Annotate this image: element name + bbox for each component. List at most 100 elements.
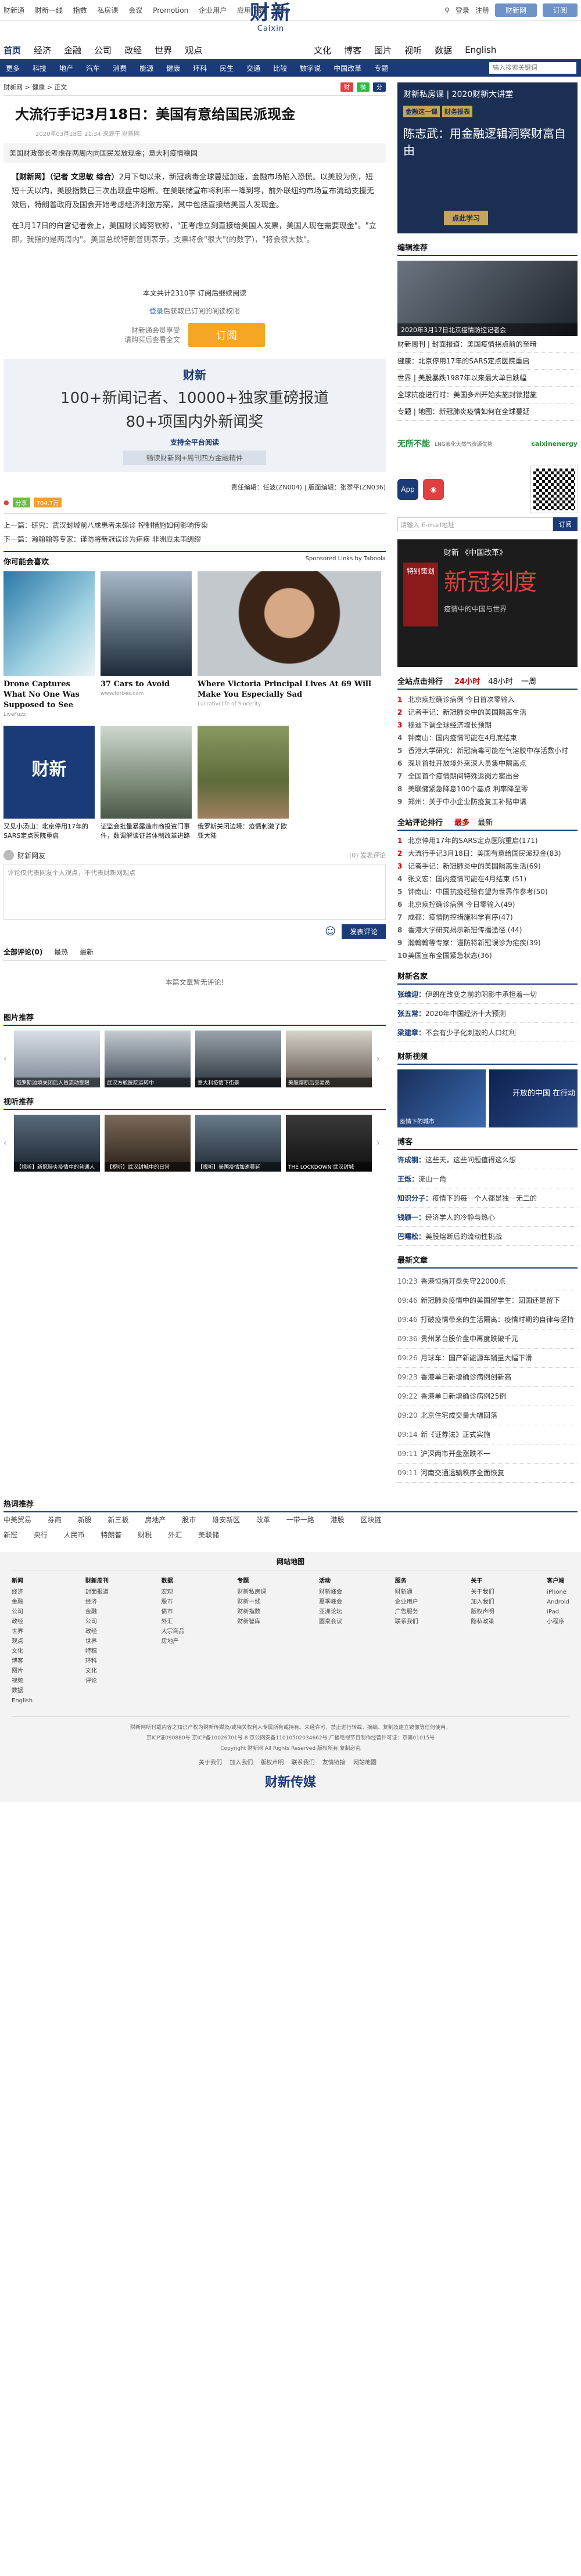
top-link[interactable]: Promotion: [153, 6, 188, 15]
rank-item[interactable]: 2 记者手记：新冠肺炎中的美国隔离生活: [397, 706, 578, 719]
hot-term[interactable]: 新冠: [3, 1531, 17, 1539]
related-card[interactable]: 俄罗斯关闭边境：疫情刺激了欧亚大陆: [198, 726, 289, 841]
channel-item[interactable]: 文化: [314, 44, 331, 56]
hot-term[interactable]: 一带一路: [286, 1516, 314, 1524]
subnav-item[interactable]: 中国改革: [333, 63, 361, 73]
hot-term[interactable]: 财税: [138, 1531, 152, 1539]
subnav-item[interactable]: 环科: [193, 63, 207, 73]
latest-item[interactable]: 09:22 香港单日新增确诊病例25例: [397, 1387, 578, 1406]
sitemap-link[interactable]: 夏季峰会: [319, 1597, 342, 1607]
sitemap-link[interactable]: 财新私房课: [237, 1587, 266, 1597]
video-item[interactable]: 【视听】武汉封城中的日常: [105, 1115, 191, 1172]
tab-all[interactable]: 全部评论(0): [3, 948, 42, 956]
sitemap-link[interactable]: 政经: [12, 1617, 33, 1627]
sitemap-link[interactable]: 宏观: [162, 1587, 185, 1597]
latest-item[interactable]: 09:11 沪深两市开盘涨跌不一: [397, 1444, 578, 1464]
latest-item[interactable]: 09:36 贵州茅台股价盘中再度跌破千元: [397, 1330, 578, 1349]
channel-item[interactable]: 视听: [404, 44, 422, 56]
rank-item[interactable]: 6 北京疾控确诊病例 今日零输入(49): [397, 898, 578, 911]
top-link[interactable]: 指数: [73, 6, 87, 15]
subnav-item[interactable]: 民生: [220, 63, 234, 73]
rank-item[interactable]: 7 全国首个疫情期间特殊返岗方案出台: [397, 770, 578, 783]
opinion-item[interactable]: 梁建章：不会有少子化刺激的人口红利: [397, 1026, 578, 1042]
hot-term[interactable]: 雄安新区: [212, 1516, 240, 1524]
share-tag[interactable]: 分享: [12, 498, 30, 507]
rank-item[interactable]: 8 香港大学研究揭示新冠传播途径 (44): [397, 924, 578, 936]
sitemap-link[interactable]: 圆桌会议: [319, 1617, 342, 1627]
latest-item[interactable]: 09:20 北京住宅成交量大幅回落: [397, 1406, 578, 1425]
email-field[interactable]: 请输入 E-mail地址: [397, 517, 553, 531]
channel-item[interactable]: 数据: [435, 44, 452, 56]
hot-term[interactable]: 中美贸易: [3, 1516, 31, 1524]
sitemap-link[interactable]: 世界: [12, 1627, 33, 1637]
sitemap-link[interactable]: 封面报道: [85, 1587, 109, 1597]
sitemap-link[interactable]: Android: [547, 1597, 569, 1607]
hot-term[interactable]: 外汇: [168, 1531, 182, 1539]
sitemap-link[interactable]: 隐私政策: [471, 1617, 494, 1627]
hot-term[interactable]: 央行: [34, 1531, 48, 1539]
tab-24h[interactable]: 24小时: [454, 678, 480, 686]
opinion-item[interactable]: 张五常：2020年中国经济十大预测: [397, 1007, 578, 1023]
subnav-item[interactable]: 数字说: [300, 63, 321, 73]
sitemap-link[interactable]: 图片: [12, 1666, 33, 1676]
rank-item[interactable]: 5 香港大学研究：新冠病毒可能在气溶胶中存活数小时: [397, 744, 578, 757]
sitemap-link[interactable]: 大宗商品: [162, 1627, 185, 1637]
hot-term[interactable]: 新股: [78, 1516, 92, 1524]
top-link[interactable]: 私房课: [98, 6, 119, 15]
sitemap-link[interactable]: 公司: [85, 1617, 109, 1627]
sitemap-link[interactable]: 观点: [12, 1637, 33, 1647]
subnav-item[interactable]: 更多: [6, 63, 20, 73]
related-card[interactable]: 证监会批量暴露造市商投资门事件，数调解读证监体制改革进路: [101, 726, 192, 841]
channel-item[interactable]: 金融: [64, 44, 81, 56]
wechat-share-icon[interactable]: 微: [357, 82, 370, 92]
subnav-item[interactable]: 专题: [374, 63, 388, 73]
sponsor-label[interactable]: Sponsored Links by Taboola: [306, 556, 386, 567]
hot-term[interactable]: 券商: [48, 1516, 62, 1524]
weibo-icon[interactable]: ◉: [423, 479, 444, 500]
caixin-share-icon[interactable]: 财: [340, 82, 353, 92]
sitemap-link[interactable]: 外汇: [162, 1617, 185, 1627]
blog-item[interactable]: 许成钢：这些天，这些问题值得这么想: [397, 1154, 578, 1169]
list-item[interactable]: 全球抗疫进行时：美国多州开始实施封锁措施: [397, 387, 578, 403]
sitemap-link[interactable]: 财新通: [395, 1587, 418, 1597]
sitemap-link[interactable]: 财新智库: [237, 1617, 266, 1627]
rank-item[interactable]: 1 北京疾控确诊病例 今日首次零输入: [397, 693, 578, 706]
share-icon[interactable]: 分: [373, 82, 386, 92]
subnav-item[interactable]: 能源: [139, 63, 153, 73]
comment-count[interactable]: (0) 发表评论: [349, 851, 386, 860]
sitemap-link[interactable]: iPhone: [547, 1587, 569, 1597]
latest-item[interactable]: 09:23 香港单日新增确诊病例创新高: [397, 1368, 578, 1387]
hot-term[interactable]: 区块链: [360, 1516, 381, 1524]
hot-term[interactable]: 人民币: [64, 1531, 85, 1539]
sitemap-link[interactable]: 亚洲论坛: [319, 1607, 342, 1617]
sitemap-link[interactable]: 债市: [162, 1607, 185, 1617]
subscribe-top-button[interactable]: 订阅: [542, 3, 578, 17]
video-thumb[interactable]: 疫情下的城市: [397, 1069, 486, 1127]
gallery-item[interactable]: 俄罗斯边境关闭后人员流动受限: [14, 1031, 100, 1087]
rank-item[interactable]: 9 瀚翰翰等专家：谨防将新冠误诊为疟疾(39): [397, 936, 578, 949]
rank-item[interactable]: 2 大流行手记3月18日：美国有意给国民派现金(83): [397, 847, 578, 860]
sitemap-link[interactable]: 加入我们: [471, 1597, 494, 1607]
sitemap-link[interactable]: 经济: [12, 1587, 33, 1597]
hot-term[interactable]: 房地产: [145, 1516, 166, 1524]
ad-card[interactable]: Where Victoria Principal Lives At 69 Wil…: [198, 571, 381, 718]
learn-button[interactable]: 点此学习: [444, 211, 489, 225]
video-item[interactable]: THE LOCKDOWN 武汉封城: [286, 1115, 372, 1172]
caixin-button[interactable]: 财新网: [494, 3, 537, 17]
sitemap-link[interactable]: 版权声明: [471, 1607, 494, 1617]
list-item[interactable]: 世界 | 美股暴跌1987年以来最大单日跌幅: [397, 370, 578, 387]
login-link[interactable]: 登录: [149, 307, 163, 315]
sitemap-link[interactable]: 联系我们: [395, 1617, 418, 1627]
chevron-right-icon[interactable]: ›: [376, 1054, 382, 1064]
latest-item[interactable]: 09:14 新《证券法》正式实施: [397, 1425, 578, 1444]
blog-item[interactable]: 王烁：流山一角: [397, 1173, 578, 1188]
sitemap-link[interactable]: 数据: [12, 1686, 33, 1696]
rank-item[interactable]: 4 张文宏：国内疫情可能在4月结束 (51): [397, 873, 578, 885]
channel-item[interactable]: 经济: [34, 44, 51, 56]
sitemap-link[interactable]: 财新峰会: [319, 1587, 342, 1597]
sitemap-link[interactable]: 视频: [12, 1676, 33, 1686]
course-ad[interactable]: 财新私房课 | 2020财新大讲堂 金融这一课 财务报表 陈志武：用金融逻辑洞察财…: [397, 82, 578, 233]
sitemap-link[interactable]: 财新指数: [237, 1607, 266, 1617]
blog-item[interactable]: 知识分子：疫情下的每一个人都是独一无二的: [397, 1192, 578, 1208]
channel-item[interactable]: 首页: [3, 44, 21, 56]
